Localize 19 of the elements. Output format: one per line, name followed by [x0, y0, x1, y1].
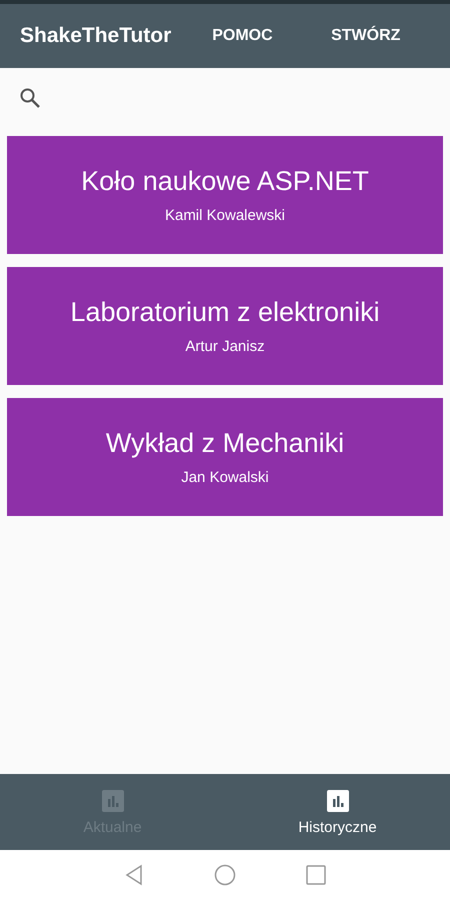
app-title: ShakeTheTutor — [20, 24, 172, 48]
course-title: Koło naukowe ASP.NET — [81, 166, 369, 197]
menu-action[interactable]: STWÓRZ — [331, 19, 450, 53]
course-card[interactable]: Wykład z Mechaniki Jan Kowalski — [7, 398, 443, 516]
menu-action[interactable]: POMOC — [212, 19, 332, 53]
tutor-name: Artur Janisz — [185, 338, 265, 355]
course-card[interactable]: Koło naukowe ASP.NET Kamil Kowalewski — [7, 136, 443, 254]
tutor-name: Kamil Kowalewski — [164, 207, 286, 224]
bar-chart-icon — [326, 788, 350, 812]
course-title: Laboratorium z elektroniki — [70, 297, 380, 328]
bar-chart-icon — [100, 788, 124, 812]
course-title: Wykład z Mechaniki — [106, 428, 344, 459]
recents-icon[interactable] — [306, 865, 326, 885]
nav-tab[interactable]: Historyczne — [225, 774, 450, 850]
search-icon[interactable] — [18, 86, 42, 110]
course-card[interactable]: Laboratorium z elektroniki Artur Janisz — [7, 267, 443, 385]
back-icon[interactable] — [124, 864, 144, 886]
home-icon[interactable] — [214, 864, 236, 886]
tutor-name: Jan Kowalski — [181, 469, 269, 486]
